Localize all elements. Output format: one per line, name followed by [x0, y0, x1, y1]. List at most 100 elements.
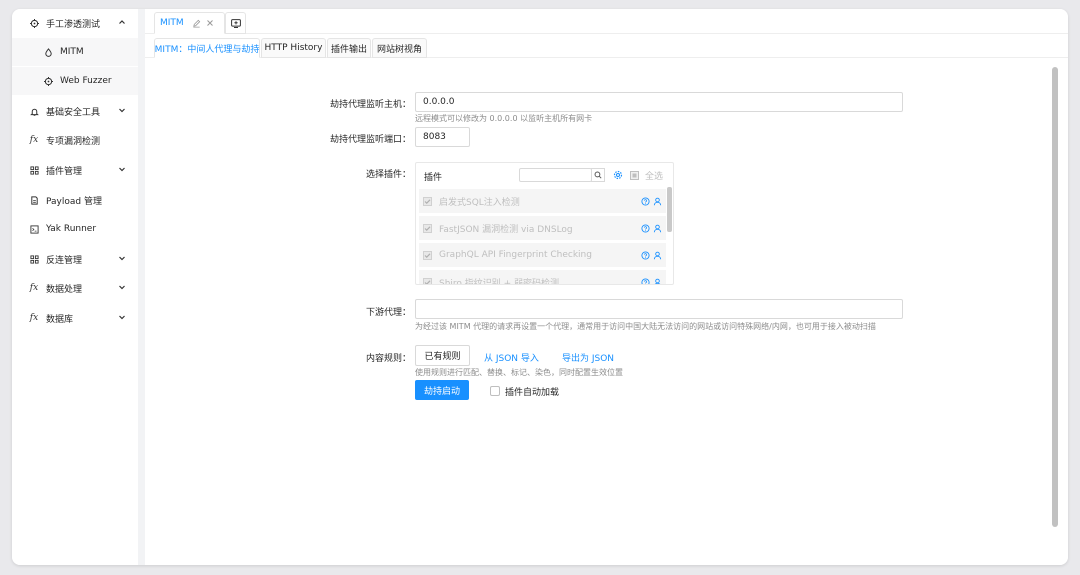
plugin-name: Shiro 指纹识别 + 弱密码检测	[439, 278, 560, 285]
auto-load-checkbox[interactable]	[490, 386, 500, 396]
tab-mitm[interactable]: MITM	[154, 12, 225, 34]
tab-http-history[interactable]: HTTP History	[261, 38, 326, 58]
plugin-checkbox[interactable]	[423, 277, 432, 284]
new-tab-button[interactable]	[225, 12, 246, 34]
auto-load-label: 插件自动加载	[505, 388, 560, 398]
sidebar-item-label: Payload 管理	[46, 196, 102, 207]
plugin-row[interactable]: FastJSON 漏洞检测 via DNSLog	[419, 216, 666, 241]
sidebar-item-label: 插件管理	[46, 166, 83, 177]
port-input-value: 8083	[423, 132, 446, 142]
drop-icon	[43, 47, 53, 57]
sidebar-item-web-fuzzer[interactable]: Web Fuzzer	[12, 67, 138, 95]
help-circle-icon[interactable]	[641, 278, 650, 284]
plugin-checkbox[interactable]	[423, 196, 432, 206]
host-help: 远程模式可以修改为 0.0.0.0 以监听主机所有网卡	[415, 114, 593, 123]
user-icon[interactable]	[653, 278, 662, 284]
add-tab-icon	[230, 18, 241, 28]
main-panel: MITM MITM：中间人代理与劫持 HTTP History 插件输出 网站树…	[145, 9, 1068, 565]
help-circle-icon[interactable]	[641, 224, 650, 233]
edit-icon[interactable]	[192, 19, 201, 28]
main-scrollbar[interactable]	[1052, 67, 1058, 557]
plugin-actions	[638, 224, 662, 233]
sidebar-item-label: 专项漏洞检测	[46, 136, 101, 147]
grid-icon	[29, 254, 39, 264]
plugin-actions	[638, 197, 662, 206]
sidebar-item-label: 手工渗透测试	[46, 19, 101, 30]
top-tab-bar: MITM	[145, 9, 1068, 34]
host-label: 劫持代理监听主机：	[329, 100, 411, 110]
help-circle-icon[interactable]	[641, 251, 650, 260]
plugin-name: FastJSON 漏洞检测 via DNSLog	[439, 224, 573, 235]
downstream-label: 下游代理：	[365, 308, 411, 318]
plugin-name: GraphQL API Fingerprint Checking	[439, 250, 592, 260]
sidebar-item-label: 数据库	[46, 314, 74, 325]
plugin-actions	[638, 251, 662, 260]
chevron-down-icon	[118, 165, 126, 173]
chevron-down-icon	[118, 283, 126, 291]
sidebar-item-data-process[interactable]: fx 数据处理	[12, 274, 138, 302]
plugin-label: 选择插件：	[365, 170, 411, 180]
port-input[interactable]: 8083	[415, 127, 470, 147]
sub-tab-bar: MITM：中间人代理与劫持 HTTP History 插件输出 网站树视角	[145, 36, 1068, 58]
host-input-value: 0.0.0.0	[423, 97, 455, 107]
sidebar-item-label: 反连管理	[46, 255, 83, 266]
plugin-checkbox[interactable]	[423, 250, 432, 260]
plugin-list-header: 插件 全选	[416, 163, 673, 187]
bell-icon	[29, 106, 39, 116]
sidebar-item-mitm[interactable]: MITM	[12, 38, 138, 66]
select-all-checkbox[interactable]: 全选	[630, 169, 663, 182]
chevron-up-icon	[118, 18, 126, 26]
rules-help: 使用规则进行匹配、替换、标记、染色，同时配置生效位置	[415, 368, 623, 377]
sidebar: 手工渗透测试 MITM Web Fuzzer 基础安全工具 fx 专项漏洞检测 …	[12, 9, 138, 565]
help-circle-icon[interactable]	[641, 197, 650, 206]
start-hijack-button[interactable]: 劫持启动	[415, 380, 469, 400]
plugin-name: 启发式SQL注入检测	[439, 197, 520, 208]
sidebar-item-basic-tools[interactable]: 基础安全工具	[12, 97, 138, 125]
user-icon[interactable]	[653, 251, 662, 260]
tab-site-tree[interactable]: 网站树视角	[372, 38, 427, 58]
gear-icon[interactable]	[613, 170, 623, 180]
plugin-search-input[interactable]	[519, 168, 592, 182]
user-icon[interactable]	[653, 197, 662, 206]
plugin-list-scrollbar[interactable]	[667, 187, 672, 232]
host-input[interactable]: 0.0.0.0	[415, 92, 903, 112]
sidebar-item-payload[interactable]: Payload 管理	[12, 186, 138, 214]
plugin-checkbox[interactable]	[423, 223, 432, 233]
tab-mitm-proxy[interactable]: MITM：中间人代理与劫持	[154, 38, 260, 58]
grid-icon	[29, 165, 39, 175]
app-window: 手工渗透测试 MITM Web Fuzzer 基础安全工具 fx 专项漏洞检测 …	[12, 9, 1068, 565]
tab-plugin-output[interactable]: 插件输出	[327, 38, 371, 58]
chevron-down-icon	[118, 254, 126, 262]
export-json-link[interactable]: 导出为 JSON	[562, 351, 614, 364]
sidebar-item-plugin-manage[interactable]: 插件管理	[12, 156, 138, 184]
sidebar-item-database[interactable]: fx 数据库	[12, 304, 138, 332]
existing-rules-button[interactable]: 已有规则	[415, 345, 470, 366]
sidebar-item-reverse-manage[interactable]: 反连管理	[12, 245, 138, 273]
plugin-actions	[638, 278, 662, 284]
sidebar-item-manual-pentest[interactable]: 手工渗透测试	[12, 9, 138, 37]
plugin-row[interactable]: Shiro 指纹识别 + 弱密码检测	[419, 270, 666, 285]
fx-icon: fx	[29, 313, 39, 323]
downstream-proxy-input[interactable]	[415, 299, 903, 319]
close-icon[interactable]	[206, 19, 215, 28]
user-icon[interactable]	[653, 224, 662, 233]
sidebar-item-label: MITM	[60, 47, 84, 57]
plugin-row[interactable]: GraphQL API Fingerprint Checking	[419, 243, 666, 268]
fx-icon: fx	[29, 135, 39, 145]
sidebar-item-label: Web Fuzzer	[60, 76, 112, 86]
tab-mitm-label: MITM	[160, 18, 184, 28]
import-json-link[interactable]: 从 JSON 导入	[484, 351, 539, 364]
chevron-down-icon	[118, 106, 126, 114]
plugin-row[interactable]: 启发式SQL注入检测	[419, 189, 666, 214]
plugin-search-button[interactable]	[591, 168, 605, 182]
sidebar-item-yak-runner[interactable]: Yak Runner	[12, 215, 138, 243]
downstream-help: 为经过该 MITM 代理的请求再设置一个代理，通常用于访问中国大陆无法访问的网站…	[415, 322, 876, 331]
main-scrollbar-thumb[interactable]	[1052, 67, 1058, 527]
sidebar-item-vuln-detect[interactable]: fx 专项漏洞检测	[12, 126, 138, 154]
fx-icon: fx	[29, 283, 39, 293]
search-icon	[594, 171, 602, 179]
chevron-down-icon	[118, 313, 126, 321]
sidebar-item-label: 数据处理	[46, 284, 83, 295]
terminal-icon	[29, 224, 39, 234]
sidebar-item-label: Yak Runner	[46, 224, 97, 234]
